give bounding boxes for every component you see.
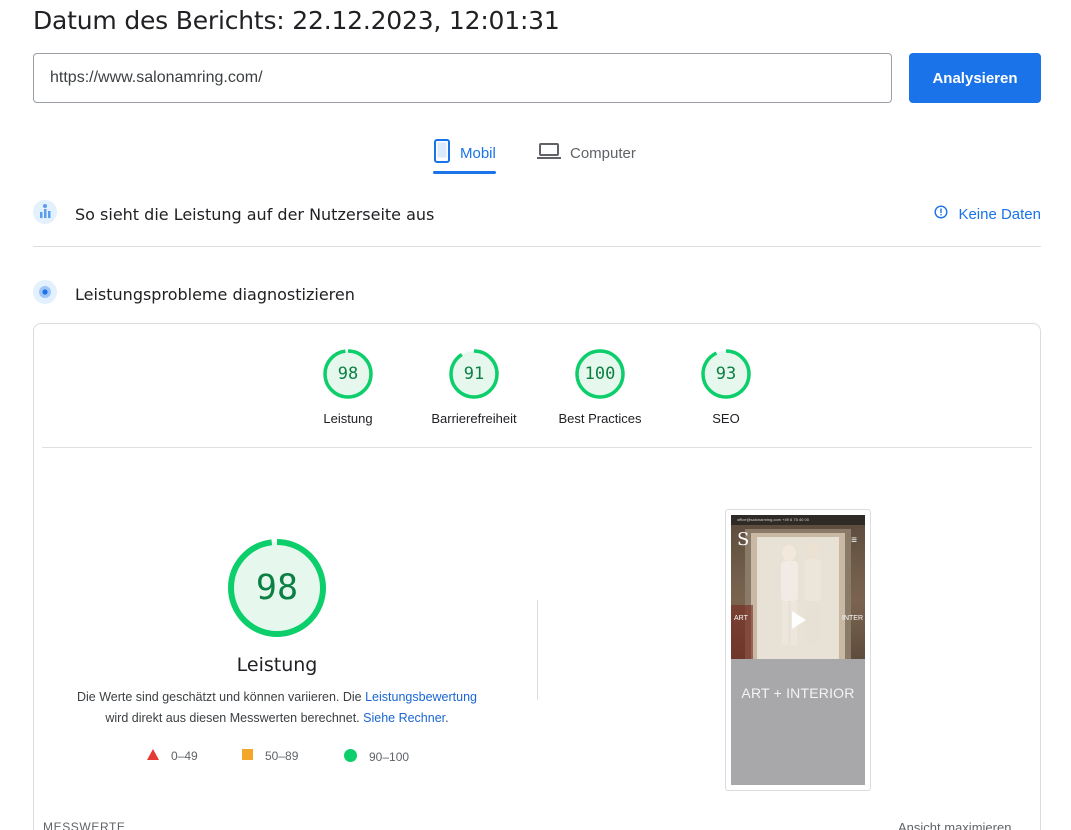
vertical-divider [537,600,538,700]
report-date: Datum des Berichts: 22.12.2023, 12:01:31 [33,6,560,35]
overlay-text-right: INTER [842,615,863,622]
smartphone-icon [433,139,451,167]
score-value: 98 [337,364,359,384]
tab-computer-label: Computer [570,144,636,162]
score-value: 91 [463,364,485,384]
score-label: Best Practices [558,411,642,426]
score-label: Leistung [323,411,373,426]
screenshot-banner [731,659,865,785]
screenshot-topbar: office@salonamring.com +49 6 75 40 00 [731,515,865,525]
score-description: Die Werte sind geschätzt und können vari… [60,687,494,729]
legend-range: 0–49 [171,749,198,763]
laptop-icon [537,142,561,164]
legend-item-average: 50–89 [242,749,298,763]
expand-view-button[interactable]: Ansicht maximieren [898,820,1011,830]
legend-range: 90–100 [369,750,410,764]
field-data-title: So sieht die Leistung auf der Nutzerseit… [75,204,435,224]
description-text: Die Werte sind geschätzt und können vari… [76,690,366,704]
banner-text: ART + INTERIOR [741,685,855,701]
score-value: 100 [584,364,616,384]
site-logo: S [737,529,750,550]
performance-label: Leistung [236,654,318,676]
screenshot-content: office@salonamring.com +49 6 75 40 00 S … [731,515,865,785]
score-value: 93 [715,364,737,384]
performance-score-value: 98 [255,568,299,608]
no-data-status: Keine Daten [934,205,1041,223]
section-divider [33,246,1041,247]
tab-mobile[interactable]: Mobil [433,133,496,174]
info-icon [934,205,948,223]
score-gauge-best-practices[interactable]: 100 [574,348,626,400]
metrics-heading: MESSWERTE [43,820,126,830]
scoring-link[interactable]: Leistungsbewertung [365,690,477,704]
circle-icon [344,749,357,765]
diagnose-title: Leistungsprobleme diagnostizieren [75,284,355,304]
card-divider [42,447,1032,448]
menu-icon: ≡ [851,535,857,546]
score-label: SEO [712,411,740,426]
tab-computer[interactable]: Computer [537,133,636,173]
field-data-section: So sieht die Leistung auf der Nutzerseit… [33,199,1041,229]
analyze-button[interactable]: Analysieren [909,53,1041,103]
users-chart-icon [33,199,57,229]
triangle-icon [147,749,159,763]
legend-item-poor: 0–49 [147,749,198,763]
diagnose-section: Leistungsprobleme diagnostizieren [33,279,1041,309]
legend-item-good: 90–100 [344,749,409,765]
page-screenshot-thumbnail[interactable]: office@salonamring.com +49 6 75 40 00 S … [725,509,871,791]
legend-range: 50–89 [265,749,299,763]
lab-diagnose-icon [33,279,57,309]
score-gauge-performance[interactable]: 98 [322,348,374,400]
performance-score-gauge: 98 [226,537,328,639]
score-gauge-seo[interactable]: 93 [700,348,752,400]
overlay-text-left: ART [734,615,748,622]
score-label: Barrierefreiheit [431,411,517,426]
url-input[interactable] [33,53,892,103]
tab-mobile-label: Mobil [460,144,496,162]
no-data-label: Keine Daten [958,205,1041,223]
description-text: . [445,711,449,725]
description-text: wird direkt aus diesen Messwerten berech… [105,711,364,725]
calculator-link[interactable]: Siehe Rechner [363,711,445,725]
square-icon [242,749,253,763]
hero-photo [731,515,865,659]
score-gauge-accessibility[interactable]: 91 [448,348,500,400]
